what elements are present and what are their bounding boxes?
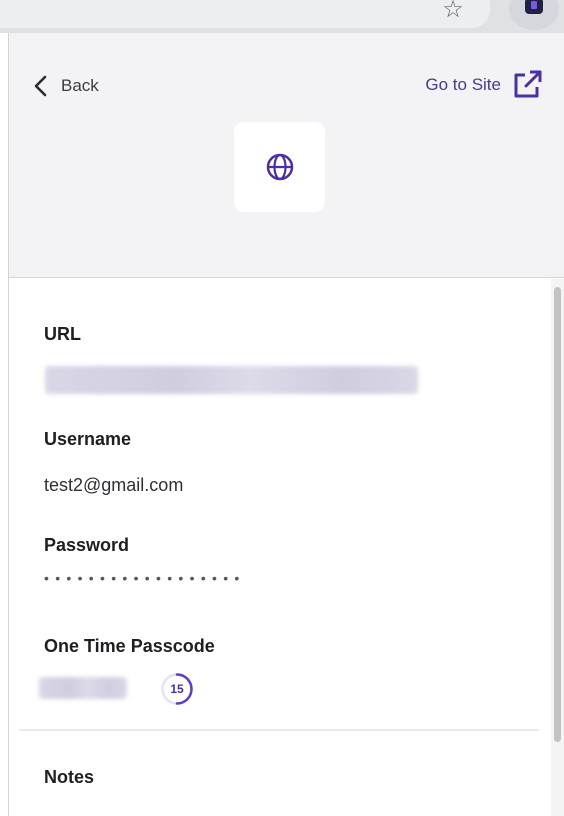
url-label: URL xyxy=(44,324,81,344)
go-to-site-label: Go to Site xyxy=(425,75,501,94)
chevron-left-icon xyxy=(34,75,47,97)
otp-label: One Time Passcode xyxy=(44,636,215,656)
site-favicon-tile xyxy=(234,122,325,212)
section-divider xyxy=(19,729,539,731)
address-bar[interactable] xyxy=(0,0,490,28)
globe-icon xyxy=(266,153,293,181)
back-button[interactable]: Back xyxy=(33,75,99,97)
browser-toolbar: ☆ xyxy=(0,0,564,33)
external-link-icon xyxy=(514,70,542,98)
otp-seconds: 15 xyxy=(170,682,184,696)
notes-label: Notes xyxy=(44,767,95,787)
username-value[interactable]: test2@gmail.com xyxy=(44,475,183,496)
scrollbar[interactable] xyxy=(551,279,564,816)
password-value[interactable]: •••••••••••••••••• xyxy=(44,570,246,586)
otp-countdown-timer: 15 xyxy=(159,671,195,707)
extension-button[interactable] xyxy=(509,0,559,30)
username-label: Username xyxy=(44,429,132,449)
url-value-redacted[interactable] xyxy=(45,366,418,394)
vault-item-popup: Back Go to Site URL Username test2@gmail… xyxy=(8,33,564,816)
password-label: Password xyxy=(44,535,130,555)
extension-icon xyxy=(525,0,543,14)
go-to-site-button[interactable]: Go to Site xyxy=(425,69,543,101)
item-header: Back Go to Site xyxy=(9,33,564,278)
star-icon[interactable]: ☆ xyxy=(438,0,468,22)
back-label: Back xyxy=(61,76,99,95)
otp-value-redacted[interactable] xyxy=(39,677,127,699)
scrollbar-thumb[interactable] xyxy=(554,287,561,742)
